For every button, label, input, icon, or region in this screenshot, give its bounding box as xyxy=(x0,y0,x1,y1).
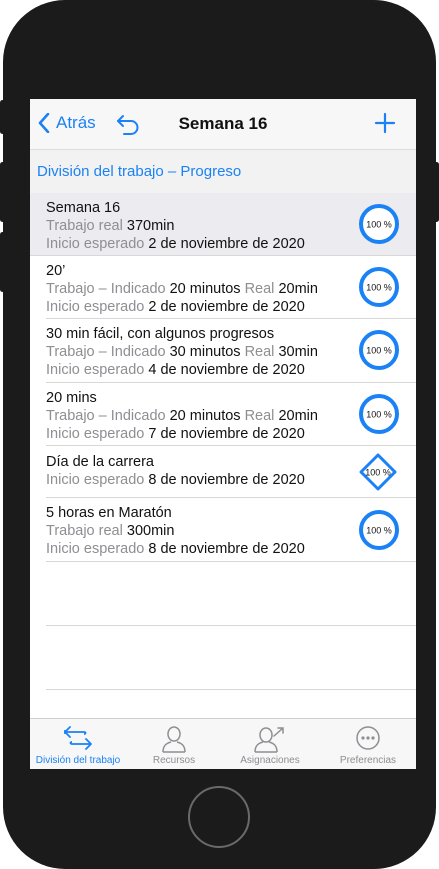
list-item[interactable]: 20’ Trabajo – Indicado 20 minutos Real 2… xyxy=(46,256,416,319)
start-label: Inicio esperado xyxy=(46,426,145,442)
real-value: 20min xyxy=(278,281,318,297)
start-label: Inicio esperado xyxy=(46,472,145,488)
tab-resources[interactable]: Recursos xyxy=(126,719,222,769)
more-circle-icon xyxy=(356,726,380,750)
tab-label: Asignaciones xyxy=(240,755,300,766)
row-title: 30 min fácil, con algunos progresos xyxy=(46,326,275,342)
progress-label: 100 % xyxy=(365,468,391,478)
progress-ring-icon: 100 % xyxy=(359,394,399,434)
start-value: 4 de noviembre de 2020 xyxy=(148,362,305,378)
row-title: 20’ xyxy=(46,263,66,279)
list-item[interactable]: Día de la carrera Inicio esperado 8 de n… xyxy=(46,446,416,498)
person-icon xyxy=(162,726,186,753)
breadcrumb[interactable]: División del trabajo – Progreso xyxy=(37,163,241,180)
volume-up-button xyxy=(0,162,5,222)
add-button[interactable] xyxy=(374,112,396,139)
breadcrumb-bar: División del trabajo – Progreso xyxy=(30,149,416,194)
row-work-line: Trabajo real 300min xyxy=(46,522,174,540)
real-value: 30min xyxy=(278,344,318,360)
row-start-line: Inicio esperado 4 de noviembre de 2020 xyxy=(46,361,305,379)
row-start-line: Inicio esperado 2 de noviembre de 2020 xyxy=(46,298,305,316)
row-work-line: Trabajo – Indicado 20 minutos Real 20min xyxy=(46,407,318,425)
progress-ring-icon: 100 % xyxy=(359,510,399,550)
empty-row xyxy=(46,626,416,690)
start-label: Inicio esperado xyxy=(46,362,145,378)
start-value: 2 de noviembre de 2020 xyxy=(148,299,305,315)
progress-label: 100 % xyxy=(366,346,392,356)
tab-label: Recursos xyxy=(152,755,196,766)
start-value: 7 de noviembre de 2020 xyxy=(148,426,305,442)
progress-ring-icon: 100 % xyxy=(359,330,399,370)
tab-label: Preferencias xyxy=(339,755,397,766)
tab-work-breakdown[interactable]: División del trabajo xyxy=(30,719,126,769)
real-value: 20min xyxy=(278,408,318,424)
start-value: 8 de noviembre de 2020 xyxy=(148,541,305,557)
swap-arrows-icon xyxy=(64,726,92,750)
home-button[interactable] xyxy=(188,786,250,848)
start-label: Inicio esperado xyxy=(46,236,145,252)
row-start-line: Inicio esperado 7 de noviembre de 2020 xyxy=(46,425,305,443)
real-label: Real xyxy=(244,344,275,360)
navigation-bar: Atrás Semana 16 xyxy=(30,99,416,149)
work-value: 20 minutos xyxy=(169,281,241,297)
start-value: 2 de noviembre de 2020 xyxy=(148,236,305,252)
row-work-line: Trabajo – Indicado 20 minutos Real 20min xyxy=(46,280,318,298)
work-label: Trabajo real xyxy=(46,523,123,539)
work-value: 20 minutos xyxy=(169,408,241,424)
progress-label: 100 % xyxy=(366,526,392,536)
row-title: 5 horas en Maratón xyxy=(46,505,172,521)
start-label: Inicio esperado xyxy=(46,299,145,315)
row-title: 20 mins xyxy=(46,390,97,406)
work-value: 30 minutos xyxy=(169,344,241,360)
tab-assignments[interactable]: Asignaciones xyxy=(222,719,318,769)
row-title: Semana 16 xyxy=(46,200,121,216)
app-screen: Atrás Semana 16 División del trabajo – P… xyxy=(30,99,416,769)
progress-ring-icon: 100 % xyxy=(359,267,399,307)
tab-preferences[interactable]: Preferencias xyxy=(320,719,416,769)
volume-down-button xyxy=(0,232,5,292)
work-label: Trabajo – Indicado xyxy=(46,408,166,424)
work-value: 300min xyxy=(126,523,175,539)
start-value: 8 de noviembre de 2020 xyxy=(148,472,305,488)
progress-label: 100 % xyxy=(366,410,392,420)
page-title: Semana 16 xyxy=(178,114,268,133)
list-item[interactable]: 5 horas en Maratón Trabajo real 300min I… xyxy=(46,498,416,562)
progress-ring-icon: 100 % xyxy=(359,204,399,244)
row-work-line: Trabajo – Indicado 30 minutos Real 30min xyxy=(46,343,318,361)
progress-label: 100 % xyxy=(366,220,392,230)
list-item[interactable]: 20 mins Trabajo – Indicado 20 minutos Re… xyxy=(46,383,416,446)
row-start-line: Inicio esperado 2 de noviembre de 2020 xyxy=(46,235,305,253)
plus-icon xyxy=(374,112,396,134)
work-value: 370min xyxy=(126,218,175,234)
row-work-line: Trabajo real 370min xyxy=(46,217,174,235)
list-item[interactable]: 30 min fácil, con algunos progresos Trab… xyxy=(46,319,416,383)
row-start-line: Inicio esperado 8 de noviembre de 2020 xyxy=(46,471,305,489)
work-label: Trabajo – Indicado xyxy=(46,344,166,360)
real-label: Real xyxy=(244,281,275,297)
row-title: Día de la carrera xyxy=(46,454,154,470)
list-item[interactable]: Semana 16 Trabajo real 370min Inicio esp… xyxy=(30,193,416,256)
real-label: Real xyxy=(244,408,275,424)
power-button xyxy=(434,162,439,222)
mute-switch xyxy=(0,100,5,134)
task-list: Semana 16 Trabajo real 370min Inicio esp… xyxy=(30,193,416,690)
work-label: Trabajo real xyxy=(46,218,123,234)
row-start-line: Inicio esperado 8 de noviembre de 2020 xyxy=(46,540,305,558)
work-label: Trabajo – Indicado xyxy=(46,281,166,297)
milestone-diamond-icon: 100 % xyxy=(359,453,397,491)
assign-person-icon xyxy=(254,727,284,753)
tab-label: División del trabajo xyxy=(35,755,121,766)
empty-row xyxy=(46,562,416,626)
progress-label: 100 % xyxy=(366,283,392,293)
tab-bar: División del trabajo Recursos Asignacion… xyxy=(30,718,416,769)
start-label: Inicio esperado xyxy=(46,541,145,557)
